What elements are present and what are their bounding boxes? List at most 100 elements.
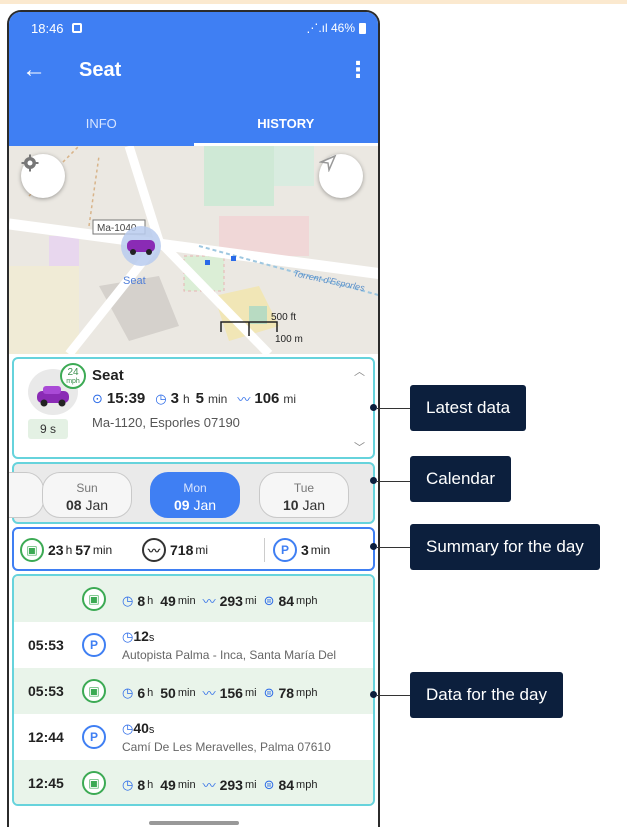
day-name: Mon xyxy=(183,481,207,495)
latest-stats: ⊙ 15:39 ◷ 3 h 5 min 〰 106 mi xyxy=(92,389,302,408)
last-update-age: 9 s xyxy=(28,419,68,439)
latest-data-card[interactable]: 24 mph 9 s Seat ⊙ 15:39 ◷ 3 h 5 min 〰 10… xyxy=(12,357,375,459)
day-summary-bar: ▣ 23 h 57 min 〰 718 mi P 3 min xyxy=(12,527,375,571)
status-right: ⋰.ıl 46% xyxy=(306,21,366,35)
trip-stats: ◷ 8 h 49 min 〰 293 mi ⊜ 84 mph xyxy=(122,776,318,794)
trend-line-icon: 〰 xyxy=(202,594,216,609)
latest-duration-h: 3 xyxy=(170,390,179,407)
map-scale-ft: 500 ft xyxy=(271,312,296,323)
map-view[interactable]: Ma-1040 Seat Torrent d'Esporles 500 ft 1… xyxy=(9,146,378,354)
home-indicator[interactable] xyxy=(149,821,239,825)
park-duration: ◷12s xyxy=(122,628,155,644)
signal-battery-text: ⋰.ıl 46% xyxy=(306,21,355,35)
clock-icon: ◷ xyxy=(122,776,134,792)
vehicle-name: Seat xyxy=(92,367,124,384)
speedometer-icon: ⊜ xyxy=(263,776,275,792)
list-item[interactable]: ▣ ◷ 8 h 49 min 〰 293 mi ⊜ 84 mph xyxy=(14,576,373,622)
app-bar: ← Seat ⋮ xyxy=(9,44,378,96)
summary-distance: 〰 718 mi xyxy=(142,538,208,562)
tab-history[interactable]: HISTORY xyxy=(193,96,379,146)
list-item[interactable]: 12:44 P ◷40s Camí De Les Meravelles, Pal… xyxy=(14,714,373,760)
phone-screen: 18:46 ⋰.ıl 46% ← Seat ⋮ INFO HISTORY Ma-… xyxy=(7,10,380,827)
parking-icon: P xyxy=(82,633,106,657)
car-icon: ▣ xyxy=(82,679,106,703)
callout-connector xyxy=(377,547,410,548)
parking-icon: P xyxy=(273,538,297,562)
callout-dot xyxy=(370,477,377,484)
latest-duration-h-unit: h xyxy=(182,391,190,406)
notification-icon xyxy=(71,23,82,33)
top-strip xyxy=(0,0,627,4)
callout-dot xyxy=(370,543,377,550)
day-data-list: ▣ ◷ 8 h 49 min 〰 293 mi ⊜ 84 mph 05:53 P ◷12s A… xyxy=(12,574,375,806)
calendar-day-prev[interactable] xyxy=(9,472,44,518)
screenshot-stage: 18:46 ⋰.ıl 46% ← Seat ⋮ INFO HISTORY Ma-… xyxy=(0,0,627,827)
trend-line-icon: 〰 xyxy=(237,392,251,407)
park-address: Camí De Les Meravelles, Palma 07610 xyxy=(122,740,331,754)
play-circle-icon: ⊙ xyxy=(92,390,103,406)
calendar-strip: Sun 08 Jan Mon 09 Jan Tue 10 Jan xyxy=(9,462,375,524)
battery-icon xyxy=(359,22,366,34)
day-name: Sun xyxy=(76,481,98,495)
navigation-arrow-icon xyxy=(319,154,337,172)
speed-unit: mph xyxy=(66,378,80,385)
callout-dot xyxy=(370,404,377,411)
calendar-day-tue[interactable]: Tue 10 Jan xyxy=(259,472,349,518)
speed-badge: 24 mph xyxy=(60,363,86,389)
car-icon: ▣ xyxy=(20,538,44,562)
latest-distance: 106 xyxy=(254,390,280,407)
callout-connector xyxy=(377,695,410,696)
calendar-day-sun[interactable]: Sun 08 Jan xyxy=(42,472,132,518)
callout-connector xyxy=(377,408,410,409)
tab-bar: INFO HISTORY xyxy=(9,96,378,146)
speedometer-icon: ⊜ xyxy=(263,684,275,700)
callout-calendar: Calendar xyxy=(410,456,511,502)
park-duration: ◷40s xyxy=(122,720,155,736)
callout-latest-data: Latest data xyxy=(410,385,527,431)
car-icon: ▣ xyxy=(82,771,106,795)
speedometer-icon: ⊜ xyxy=(263,592,275,608)
latest-address: Ma-1120, Esporles 07190 xyxy=(92,415,240,430)
clock-icon: ◷ xyxy=(155,390,167,406)
parking-icon: P xyxy=(82,725,106,749)
trend-line-icon: 〰 xyxy=(202,686,216,701)
more-vert-icon[interactable]: ⋮ xyxy=(338,57,378,83)
list-item[interactable]: 05:53 ▣ ◷ 6 h 50 min 〰 156 mi ⊜ 78 mph xyxy=(14,668,373,714)
callout-data-for-day: Data for the day xyxy=(410,672,563,718)
chevron-down-icon[interactable]: ﹀ xyxy=(354,439,365,455)
latest-duration-m: 5 xyxy=(195,390,204,407)
callout-dot xyxy=(370,691,377,698)
clock-icon: ◷ xyxy=(122,592,134,608)
car-icon: ▣ xyxy=(82,587,106,611)
trend-line-icon: 〰 xyxy=(202,778,216,793)
map-scale-m: 100 m xyxy=(275,334,303,345)
park-address: Autopista Palma - Inca, Santa María Del xyxy=(122,648,337,662)
calendar-day-mon[interactable]: Mon 09 Jan xyxy=(150,472,240,518)
day-date: 08 Jan xyxy=(65,497,109,513)
status-bar: 18:46 ⋰.ıl 46% xyxy=(9,12,378,44)
chevron-up-icon[interactable]: ︿ xyxy=(354,363,365,379)
day-name: Tue xyxy=(293,481,315,495)
summary-drive-time: ▣ 23 h 57 min xyxy=(20,538,112,562)
callout-connector xyxy=(377,481,410,482)
trend-line-icon: 〰 xyxy=(142,538,166,562)
callout-summary: Summary for the day xyxy=(410,524,600,570)
gear-icon xyxy=(21,154,39,172)
arrow-left-icon[interactable]: ← xyxy=(9,58,59,82)
map-settings-button[interactable] xyxy=(21,154,65,198)
status-time: 18:46 xyxy=(31,20,64,36)
latest-distance-unit: mi xyxy=(283,391,297,406)
trip-stats: ◷ 6 h 50 min 〰 156 mi ⊜ 78 mph xyxy=(122,684,318,702)
summary-parking: P 3 min xyxy=(264,538,330,562)
latest-time: 15:39 xyxy=(106,390,146,407)
clock-icon: ◷ xyxy=(122,684,134,700)
trip-stats: ◷ 8 h 49 min 〰 293 mi ⊜ 84 mph xyxy=(122,592,318,610)
latest-duration-m-unit: min xyxy=(208,391,228,406)
list-item[interactable]: 12:45 ▣ ◷ 8 h 49 min 〰 293 mi ⊜ 84 mph xyxy=(14,760,373,804)
day-date: 10 Jan xyxy=(282,497,326,513)
map-car-label: Seat xyxy=(123,275,146,287)
list-item[interactable]: 05:53 P ◷12s Autopista Palma - Inca, San… xyxy=(14,622,373,668)
speed-value: 24 xyxy=(67,367,79,378)
map-locate-button[interactable] xyxy=(319,154,363,198)
tab-info[interactable]: INFO xyxy=(9,96,194,146)
